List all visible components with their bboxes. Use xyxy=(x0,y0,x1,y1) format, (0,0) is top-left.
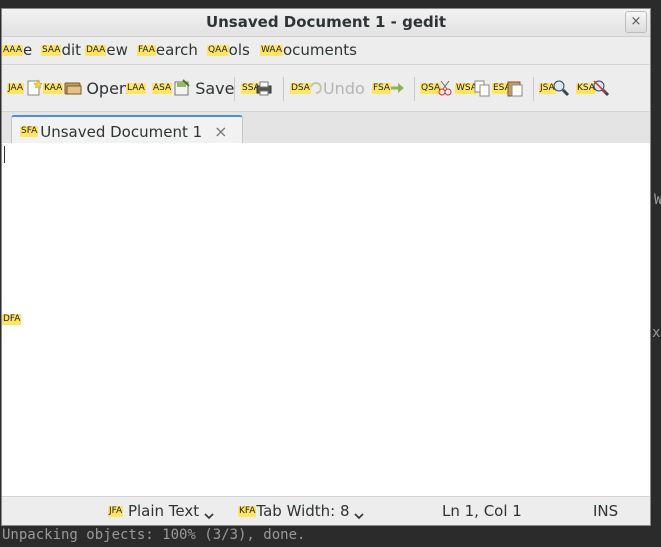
hint-badge: JAA xyxy=(7,82,25,94)
find-icon xyxy=(552,79,570,97)
save-icon xyxy=(173,79,191,97)
hint-badge: KAA xyxy=(43,82,64,94)
copy-icon xyxy=(473,79,491,97)
hint-badge: QAA xyxy=(207,45,229,56)
undo-button[interactable]: DSA Undo xyxy=(290,75,365,101)
document-tab-strip: SFA Unsaved Document 1 × xyxy=(2,112,650,147)
tab-unsaved-document-1[interactable]: SFA Unsaved Document 1 × xyxy=(11,115,243,146)
menu-label: earch xyxy=(155,41,198,59)
terminal-output-line: Unpacking objects: 100% (3/3), done. xyxy=(2,527,306,543)
status-bar: JFA Plain Text KFATab Width: 8 Ln 1, Col… xyxy=(2,496,650,525)
menu-label: e xyxy=(22,41,33,59)
menu-tools[interactable]: QAAols xyxy=(207,41,250,59)
redo-icon xyxy=(387,79,405,97)
menu-search[interactable]: FAAearch xyxy=(137,41,198,59)
menu-view[interactable]: DAAew xyxy=(85,41,128,59)
chevron-down-icon xyxy=(354,507,364,519)
toolbar-separator xyxy=(414,77,415,101)
language-label: Plain Text xyxy=(127,502,200,520)
window-title: Unsaved Document 1 - gedit xyxy=(205,13,447,31)
hint-badge: WAA xyxy=(260,45,283,56)
print-button[interactable]: SSA xyxy=(241,75,273,101)
menu-label: ew xyxy=(106,41,128,59)
open-button[interactable]: KAA Open xyxy=(43,75,129,101)
hint-badge: JFA xyxy=(108,506,124,517)
menu-label: ols xyxy=(228,41,250,59)
text-caret xyxy=(4,146,5,163)
printer-icon xyxy=(255,79,273,97)
toolbar-separator xyxy=(533,77,534,101)
tab-width-value: 8 xyxy=(340,502,350,520)
hint-badge: DAA xyxy=(85,45,107,56)
cursor-position: Ln 1, Col 1 xyxy=(442,502,522,520)
tab-width-selector[interactable]: KFATab Width: 8 xyxy=(238,502,364,520)
hint-badge: SFA xyxy=(20,126,39,137)
toolbar-separator xyxy=(283,77,284,101)
cut-button[interactable]: QSA xyxy=(420,75,454,101)
undo-label: Undo xyxy=(322,78,365,98)
hint-badge: AAA xyxy=(2,45,23,56)
copy-button[interactable]: WSA xyxy=(455,75,491,101)
toolbar-separator xyxy=(234,77,235,101)
scissors-icon xyxy=(436,79,454,97)
menu-documents[interactable]: WAAocuments xyxy=(260,41,357,59)
new-document-icon xyxy=(25,79,43,97)
hint-badge: DFA xyxy=(2,314,22,325)
undo-icon xyxy=(307,79,325,97)
gedit-window: Unsaved Document 1 - gedit × AAAe SAAdit… xyxy=(1,8,651,526)
paste-button[interactable]: ESA xyxy=(492,75,524,101)
hint-badge: FAA xyxy=(137,45,156,56)
tab-close-icon[interactable]: × xyxy=(214,122,227,141)
find-button[interactable]: JSA xyxy=(539,75,570,101)
hint-badge: ASA xyxy=(152,82,173,94)
title-bar[interactable]: Unsaved Document 1 - gedit × xyxy=(2,9,650,37)
find-replace-icon xyxy=(592,79,610,97)
save-button[interactable]: ASA Save xyxy=(152,75,234,101)
menu-label: dit xyxy=(61,41,82,59)
new-document-button[interactable]: JAA xyxy=(7,75,43,101)
recent-documents-dropdown[interactable]: LAA xyxy=(126,75,146,101)
hint-badge: KFA xyxy=(238,506,257,517)
menu-bar: AAAe SAAdit DAAew FAAearch QAAols WAAocu… xyxy=(2,37,650,65)
paste-icon xyxy=(506,79,524,97)
menu-edit[interactable]: SAAdit xyxy=(41,41,81,59)
folder-open-icon xyxy=(64,79,82,97)
chevron-down-icon xyxy=(204,507,214,519)
toolbar: JAA KAA Open LAA ASA Save SSA DSA Undo F… xyxy=(2,65,650,112)
close-window-button[interactable]: × xyxy=(625,11,647,33)
tab-width-label: Tab Width: xyxy=(256,502,336,520)
hint-badge: LAA xyxy=(126,82,146,94)
terminal-fragment: W xyxy=(654,192,661,208)
tab-label: Unsaved Document 1 xyxy=(40,122,203,141)
save-label: Save xyxy=(195,78,235,98)
language-selector[interactable]: JFA Plain Text xyxy=(108,502,214,520)
menu-file[interactable]: AAAe xyxy=(2,41,32,59)
redo-button[interactable]: FSA xyxy=(372,75,405,101)
insert-mode-indicator: INS xyxy=(593,502,619,520)
text-editor-area[interactable]: DFA xyxy=(2,143,650,499)
replace-button[interactable]: KSA xyxy=(576,75,610,101)
menu-label: ocuments xyxy=(282,41,357,59)
terminal-fragment: xt xyxy=(652,325,661,341)
hint-badge: SAA xyxy=(41,45,62,56)
open-label: Open xyxy=(86,78,130,98)
